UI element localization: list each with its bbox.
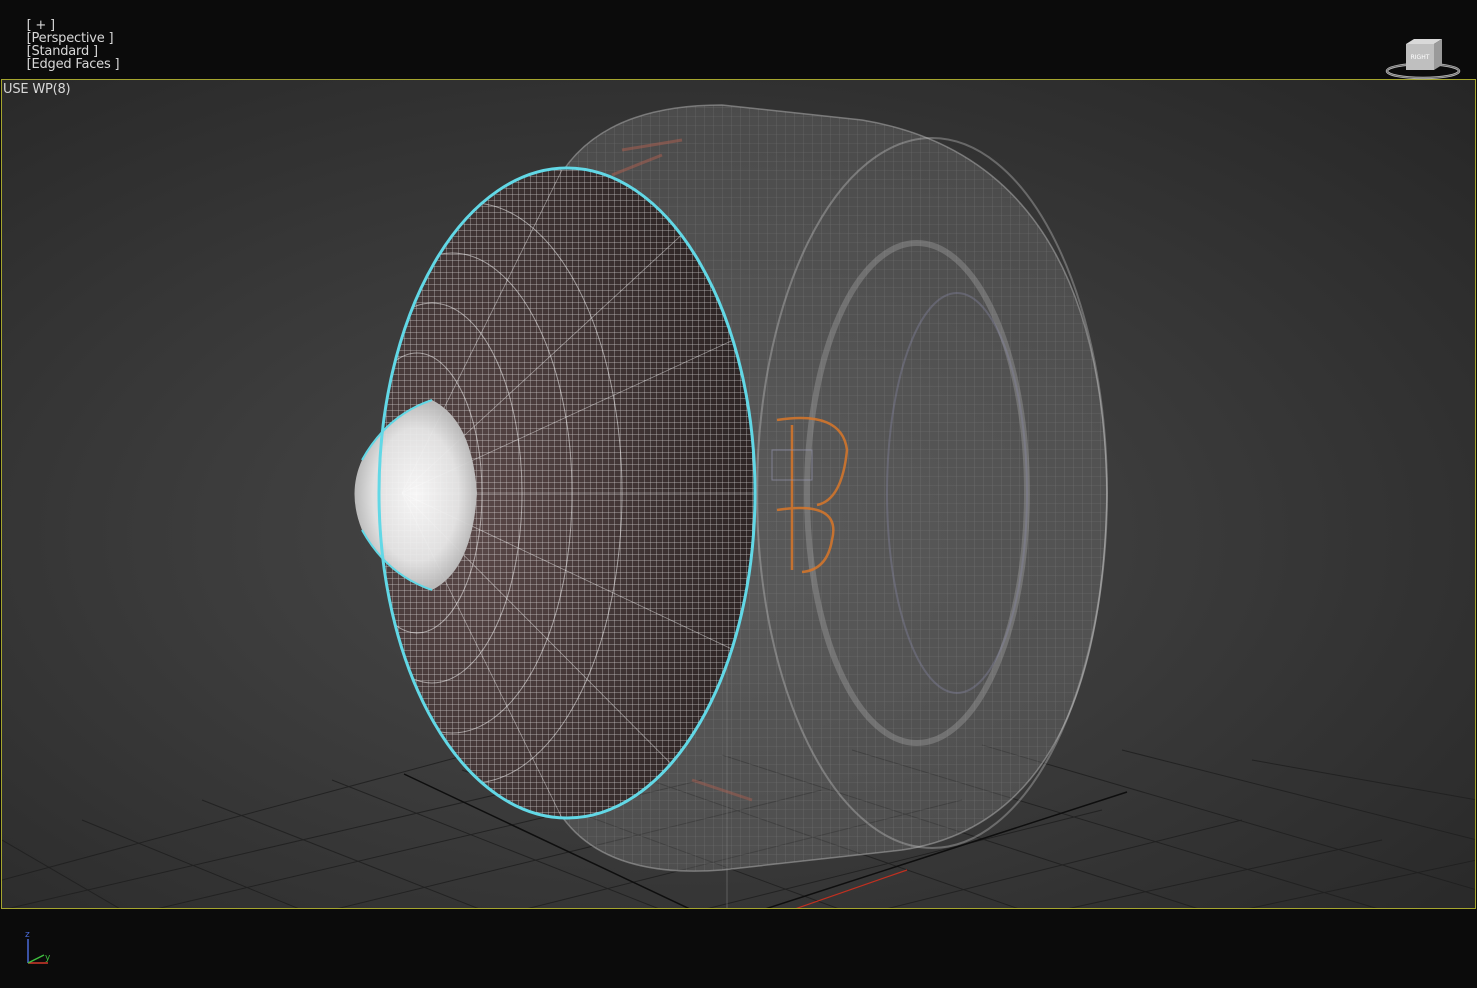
perspective-viewport[interactable] (1, 79, 1476, 909)
viewport-scene[interactable] (2, 80, 1476, 909)
viewcube-icon[interactable]: RIGHT (1384, 36, 1462, 82)
z-axis-label: z (25, 930, 30, 940)
viewport-subtitle: USE WP(8) (3, 82, 71, 97)
y-axis-icon (27, 954, 45, 964)
x-axis-line (795, 869, 908, 908)
viewcube[interactable]: RIGHT (1384, 36, 1462, 82)
viewcube-face-label: RIGHT (1411, 54, 1430, 61)
viewport-window[interactable]: [ + ] [Perspective ] [Standard ] [Edged … (0, 0, 1477, 988)
viewport-label-bar: [ + ] [Perspective ] [Standard ] [Edged … (3, 6, 120, 97)
axis-tripod: z y (20, 927, 60, 971)
viewport-edged-faces-menu[interactable]: [Edged Faces ] (27, 57, 120, 72)
spinner-nose[interactable] (354, 400, 478, 590)
y-axis-label: y (45, 953, 51, 963)
